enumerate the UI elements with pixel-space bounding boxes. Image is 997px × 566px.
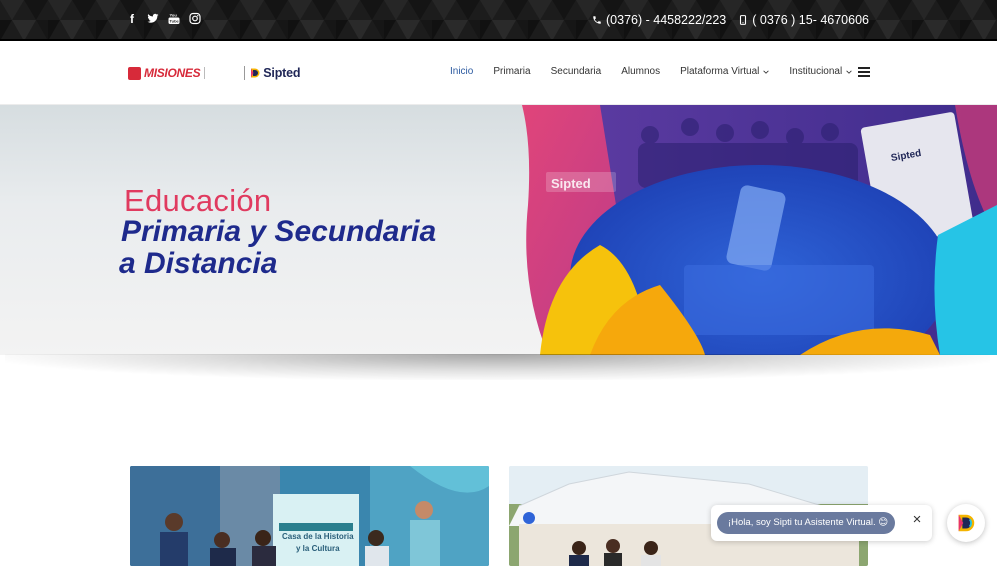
mobile-phone-icon bbox=[740, 15, 747, 25]
hero-sipted-sign: Sipted bbox=[551, 176, 591, 191]
nav-item-label: Secundaria bbox=[550, 66, 602, 77]
svg-text:Tube: Tube bbox=[170, 19, 180, 24]
ministry-mark-icon bbox=[204, 67, 240, 79]
contact-phones: (0376) - 4458222/223 ( 0376 ) 15- 467060… bbox=[592, 13, 869, 27]
chevron-down-icon bbox=[763, 70, 770, 74]
nav-item-label: Institucional bbox=[789, 66, 843, 77]
logo-misiones-text: MISIONES bbox=[144, 66, 201, 80]
hero-banner[interactable]: Sipted Sipted Educación Primaria y Secun… bbox=[0, 105, 997, 355]
landline-number: (0376) - 4458222/223 bbox=[606, 13, 727, 27]
site-header: MISIONES Sipted Inicio Primaria Secundar… bbox=[0, 41, 997, 105]
nav-item-institucional[interactable]: Institucional bbox=[789, 66, 852, 77]
chevron-down-icon bbox=[846, 70, 852, 74]
top-bar: f You Tube (0376) - 4458222/223 ( 0376 ) … bbox=[0, 0, 997, 41]
hero-headline-line1: Educación bbox=[124, 183, 272, 218]
facebook-icon[interactable]: f bbox=[126, 12, 138, 26]
main-nav: Inicio Primaria Secundaria Alumnos Plata… bbox=[450, 66, 852, 77]
menu-hamburger-icon[interactable] bbox=[858, 67, 870, 77]
card-sign-line1: Casa de la Historia bbox=[282, 532, 354, 541]
nav-item-secundaria[interactable]: Secundaria bbox=[551, 66, 602, 77]
nav-item-label: Primaria bbox=[493, 66, 531, 77]
svg-text:You: You bbox=[170, 13, 178, 18]
nav-item-label: Inicio bbox=[450, 66, 474, 77]
mobile-number: ( 0376 ) 15- 4670606 bbox=[752, 13, 869, 27]
nav-item-primaria[interactable]: Primaria bbox=[493, 66, 530, 77]
nav-item-inicio[interactable]: Inicio bbox=[450, 66, 473, 77]
instagram-icon[interactable] bbox=[189, 12, 201, 26]
hero-shadow bbox=[5, 354, 990, 380]
chat-greeting-message[interactable]: ¡Hola, soy Sipti tu Asistente Virtual. 😊 bbox=[717, 512, 895, 534]
landline-phone[interactable]: (0376) - 4458222/223 bbox=[592, 13, 726, 27]
card-sign-line2: y la Cultura bbox=[296, 544, 340, 553]
hamburger-line bbox=[858, 75, 870, 77]
nav-item-label: Plataforma Virtual bbox=[680, 66, 760, 77]
news-card-image: Casa de la Historia y la Cultura bbox=[130, 466, 489, 566]
hero-headline-line2: Primaria y Secundaria bbox=[121, 215, 437, 248]
nav-item-plataforma-virtual[interactable]: Plataforma Virtual bbox=[680, 66, 770, 77]
misiones-badge-icon bbox=[128, 66, 141, 80]
hamburger-line bbox=[858, 67, 870, 69]
site-logo[interactable]: MISIONES Sipted bbox=[128, 64, 300, 82]
logo-separator bbox=[244, 66, 246, 80]
news-card[interactable]: Casa de la Historia y la Cultura bbox=[130, 466, 489, 566]
youtube-icon[interactable]: You Tube bbox=[168, 12, 180, 26]
phone-icon bbox=[593, 16, 601, 24]
close-icon[interactable]: × bbox=[910, 512, 924, 527]
sipted-logo-icon bbox=[251, 68, 260, 78]
mobile-phone[interactable]: ( 0376 ) 15- 4670606 bbox=[738, 13, 869, 27]
hamburger-line bbox=[858, 71, 870, 73]
twitter-icon[interactable] bbox=[147, 12, 159, 26]
logo-sipted-text: Sipted bbox=[263, 66, 301, 80]
social-links: f You Tube bbox=[126, 12, 201, 26]
sipted-chat-icon bbox=[958, 514, 975, 532]
hero-headline-line3: a Distancia bbox=[119, 247, 278, 280]
nav-item-label: Alumnos bbox=[621, 66, 661, 77]
nav-item-alumnos[interactable]: Alumnos bbox=[621, 66, 660, 77]
chat-greeting-popup[interactable]: ¡Hola, soy Sipti tu Asistente Virtual. 😊… bbox=[711, 505, 932, 541]
chat-launcher-button[interactable] bbox=[947, 504, 985, 542]
